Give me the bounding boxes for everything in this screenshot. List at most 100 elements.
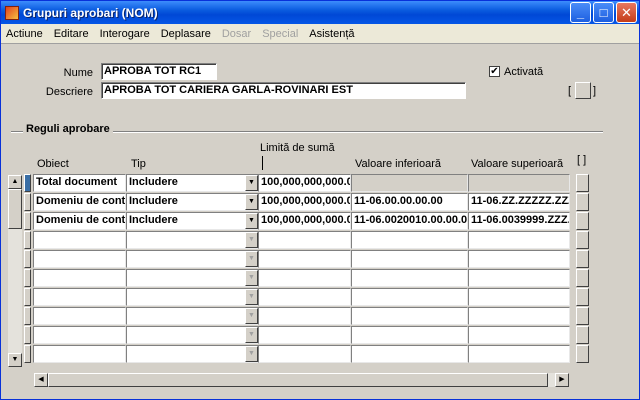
- sup-cell[interactable]: [468, 345, 570, 363]
- row-flex-button[interactable]: [576, 345, 589, 363]
- tip-dropdown-button[interactable]: ▼: [245, 232, 258, 248]
- sup-cell[interactable]: [468, 288, 570, 306]
- inf-cell[interactable]: [351, 269, 468, 287]
- row-indicator[interactable]: [24, 193, 31, 211]
- menu-asistenta[interactable]: Asistență: [309, 28, 354, 40]
- tip-dropdown-button[interactable]: ▼: [245, 308, 258, 324]
- obiect-cell[interactable]: [33, 326, 126, 344]
- tip-cell[interactable]: Includere: [126, 174, 259, 192]
- title-bar[interactable]: Grupuri aprobari (NOM) _ □ ✕: [1, 1, 639, 24]
- tip-cell[interactable]: [126, 307, 259, 325]
- tip-cell[interactable]: [126, 250, 259, 268]
- row-flex-button[interactable]: [576, 250, 589, 268]
- row-indicator[interactable]: [24, 269, 31, 287]
- limita-cell[interactable]: 100,000,000,000.00: [258, 193, 351, 211]
- sup-cell[interactable]: [468, 307, 570, 325]
- limita-cell[interactable]: [258, 307, 351, 325]
- tip-dropdown-button[interactable]: ▼: [245, 270, 258, 286]
- inf-cell[interactable]: [351, 174, 468, 192]
- tip-cell[interactable]: [126, 345, 259, 363]
- scroll-up-button[interactable]: ▲: [8, 175, 22, 189]
- tip-cell[interactable]: [126, 288, 259, 306]
- scroll-down-button[interactable]: ▼: [8, 353, 22, 367]
- row-indicator[interactable]: [24, 288, 31, 306]
- nume-field[interactable]: APROBA TOT RC1: [101, 63, 217, 80]
- row-indicator[interactable]: [24, 307, 31, 325]
- descriere-field[interactable]: APROBA TOT CARIERA GARLA-ROVINARI EST: [101, 82, 466, 99]
- tip-dropdown-button[interactable]: ▼: [245, 327, 258, 343]
- row-flex-button[interactable]: [576, 212, 589, 230]
- vertical-scrollbar[interactable]: ▲ ▼: [8, 175, 22, 367]
- menu-interogare[interactable]: Interogare: [100, 28, 150, 40]
- limita-cell[interactable]: [258, 269, 351, 287]
- obiect-cell[interactable]: [33, 345, 126, 363]
- sup-cell[interactable]: [468, 174, 570, 192]
- row-indicator[interactable]: [24, 212, 31, 230]
- inf-cell[interactable]: [351, 288, 468, 306]
- tip-cell[interactable]: [126, 269, 259, 287]
- horizontal-scrollbar[interactable]: ◀ ▶: [34, 373, 569, 387]
- menu-actiune[interactable]: Actiune: [6, 28, 43, 40]
- tip-dropdown-button[interactable]: ▼: [245, 194, 258, 210]
- limita-cell[interactable]: 100,000,000,000.00: [258, 212, 351, 230]
- menu-deplasare[interactable]: Deplasare: [161, 28, 211, 40]
- scroll-right-button[interactable]: ▶: [555, 373, 569, 387]
- inf-cell[interactable]: 11-06.0020010.00.00.00: [351, 212, 468, 230]
- inf-cell[interactable]: [351, 231, 468, 249]
- obiect-cell[interactable]: [33, 288, 126, 306]
- sup-cell[interactable]: 11-06.0039999.ZZZ.ZZ: [468, 212, 570, 230]
- limita-cell[interactable]: [258, 288, 351, 306]
- row-indicator[interactable]: [24, 174, 31, 192]
- obiect-cell[interactable]: Total document: [33, 174, 126, 192]
- obiect-cell[interactable]: Domeniu de conturi: [33, 193, 126, 211]
- sup-cell[interactable]: [468, 269, 570, 287]
- inf-cell[interactable]: [351, 345, 468, 363]
- descriptive-flex-button[interactable]: [575, 82, 591, 99]
- obiect-cell[interactable]: [33, 307, 126, 325]
- sup-cell[interactable]: [468, 250, 570, 268]
- row-indicator[interactable]: [24, 345, 31, 363]
- tip-cell[interactable]: Includere: [126, 193, 259, 211]
- row-flex-button[interactable]: [576, 174, 589, 192]
- row-flex-button[interactable]: [576, 307, 589, 325]
- inf-cell[interactable]: 11-06.00.00.00.00: [351, 193, 468, 211]
- tip-dropdown-button[interactable]: ▼: [245, 213, 258, 229]
- row-indicator[interactable]: [24, 231, 31, 249]
- limita-cell[interactable]: 100,000,000,000.00: [258, 174, 351, 192]
- tip-dropdown-button[interactable]: ▼: [245, 346, 258, 362]
- obiect-cell[interactable]: [33, 231, 126, 249]
- inf-cell[interactable]: [351, 326, 468, 344]
- tip-cell[interactable]: [126, 326, 259, 344]
- obiect-cell[interactable]: Domeniu de conturi: [33, 212, 126, 230]
- tip-dropdown-button[interactable]: ▼: [245, 289, 258, 305]
- vertical-scroll-thumb[interactable]: [8, 189, 22, 229]
- sup-cell[interactable]: 11-06.ZZ.ZZZZZ.ZZZZ: [468, 193, 570, 211]
- tip-dropdown-button[interactable]: ▼: [245, 251, 258, 267]
- row-indicator[interactable]: [24, 326, 31, 344]
- tip-dropdown-button[interactable]: ▼: [245, 175, 258, 191]
- limita-cell[interactable]: [258, 250, 351, 268]
- sup-cell[interactable]: [468, 326, 570, 344]
- limita-cell[interactable]: [258, 326, 351, 344]
- row-indicator[interactable]: [24, 250, 31, 268]
- activata-checkbox[interactable]: ✔: [489, 66, 500, 77]
- minimize-button[interactable]: _: [570, 2, 591, 23]
- row-flex-button[interactable]: [576, 288, 589, 306]
- horizontal-scroll-thumb[interactable]: [48, 373, 548, 387]
- obiect-cell[interactable]: [33, 269, 126, 287]
- maximize-button[interactable]: □: [593, 2, 614, 23]
- limita-cell[interactable]: [258, 231, 351, 249]
- tip-cell[interactable]: Includere: [126, 212, 259, 230]
- row-flex-button[interactable]: [576, 193, 589, 211]
- menu-editare[interactable]: Editare: [54, 28, 89, 40]
- inf-cell[interactable]: [351, 250, 468, 268]
- row-flex-button[interactable]: [576, 269, 589, 287]
- row-flex-button[interactable]: [576, 326, 589, 344]
- limita-cell[interactable]: [258, 345, 351, 363]
- tip-cell[interactable]: [126, 231, 259, 249]
- scroll-left-button[interactable]: ◀: [34, 373, 48, 387]
- inf-cell[interactable]: [351, 307, 468, 325]
- row-flex-button[interactable]: [576, 231, 589, 249]
- sup-cell[interactable]: [468, 231, 570, 249]
- close-button[interactable]: ✕: [616, 2, 637, 23]
